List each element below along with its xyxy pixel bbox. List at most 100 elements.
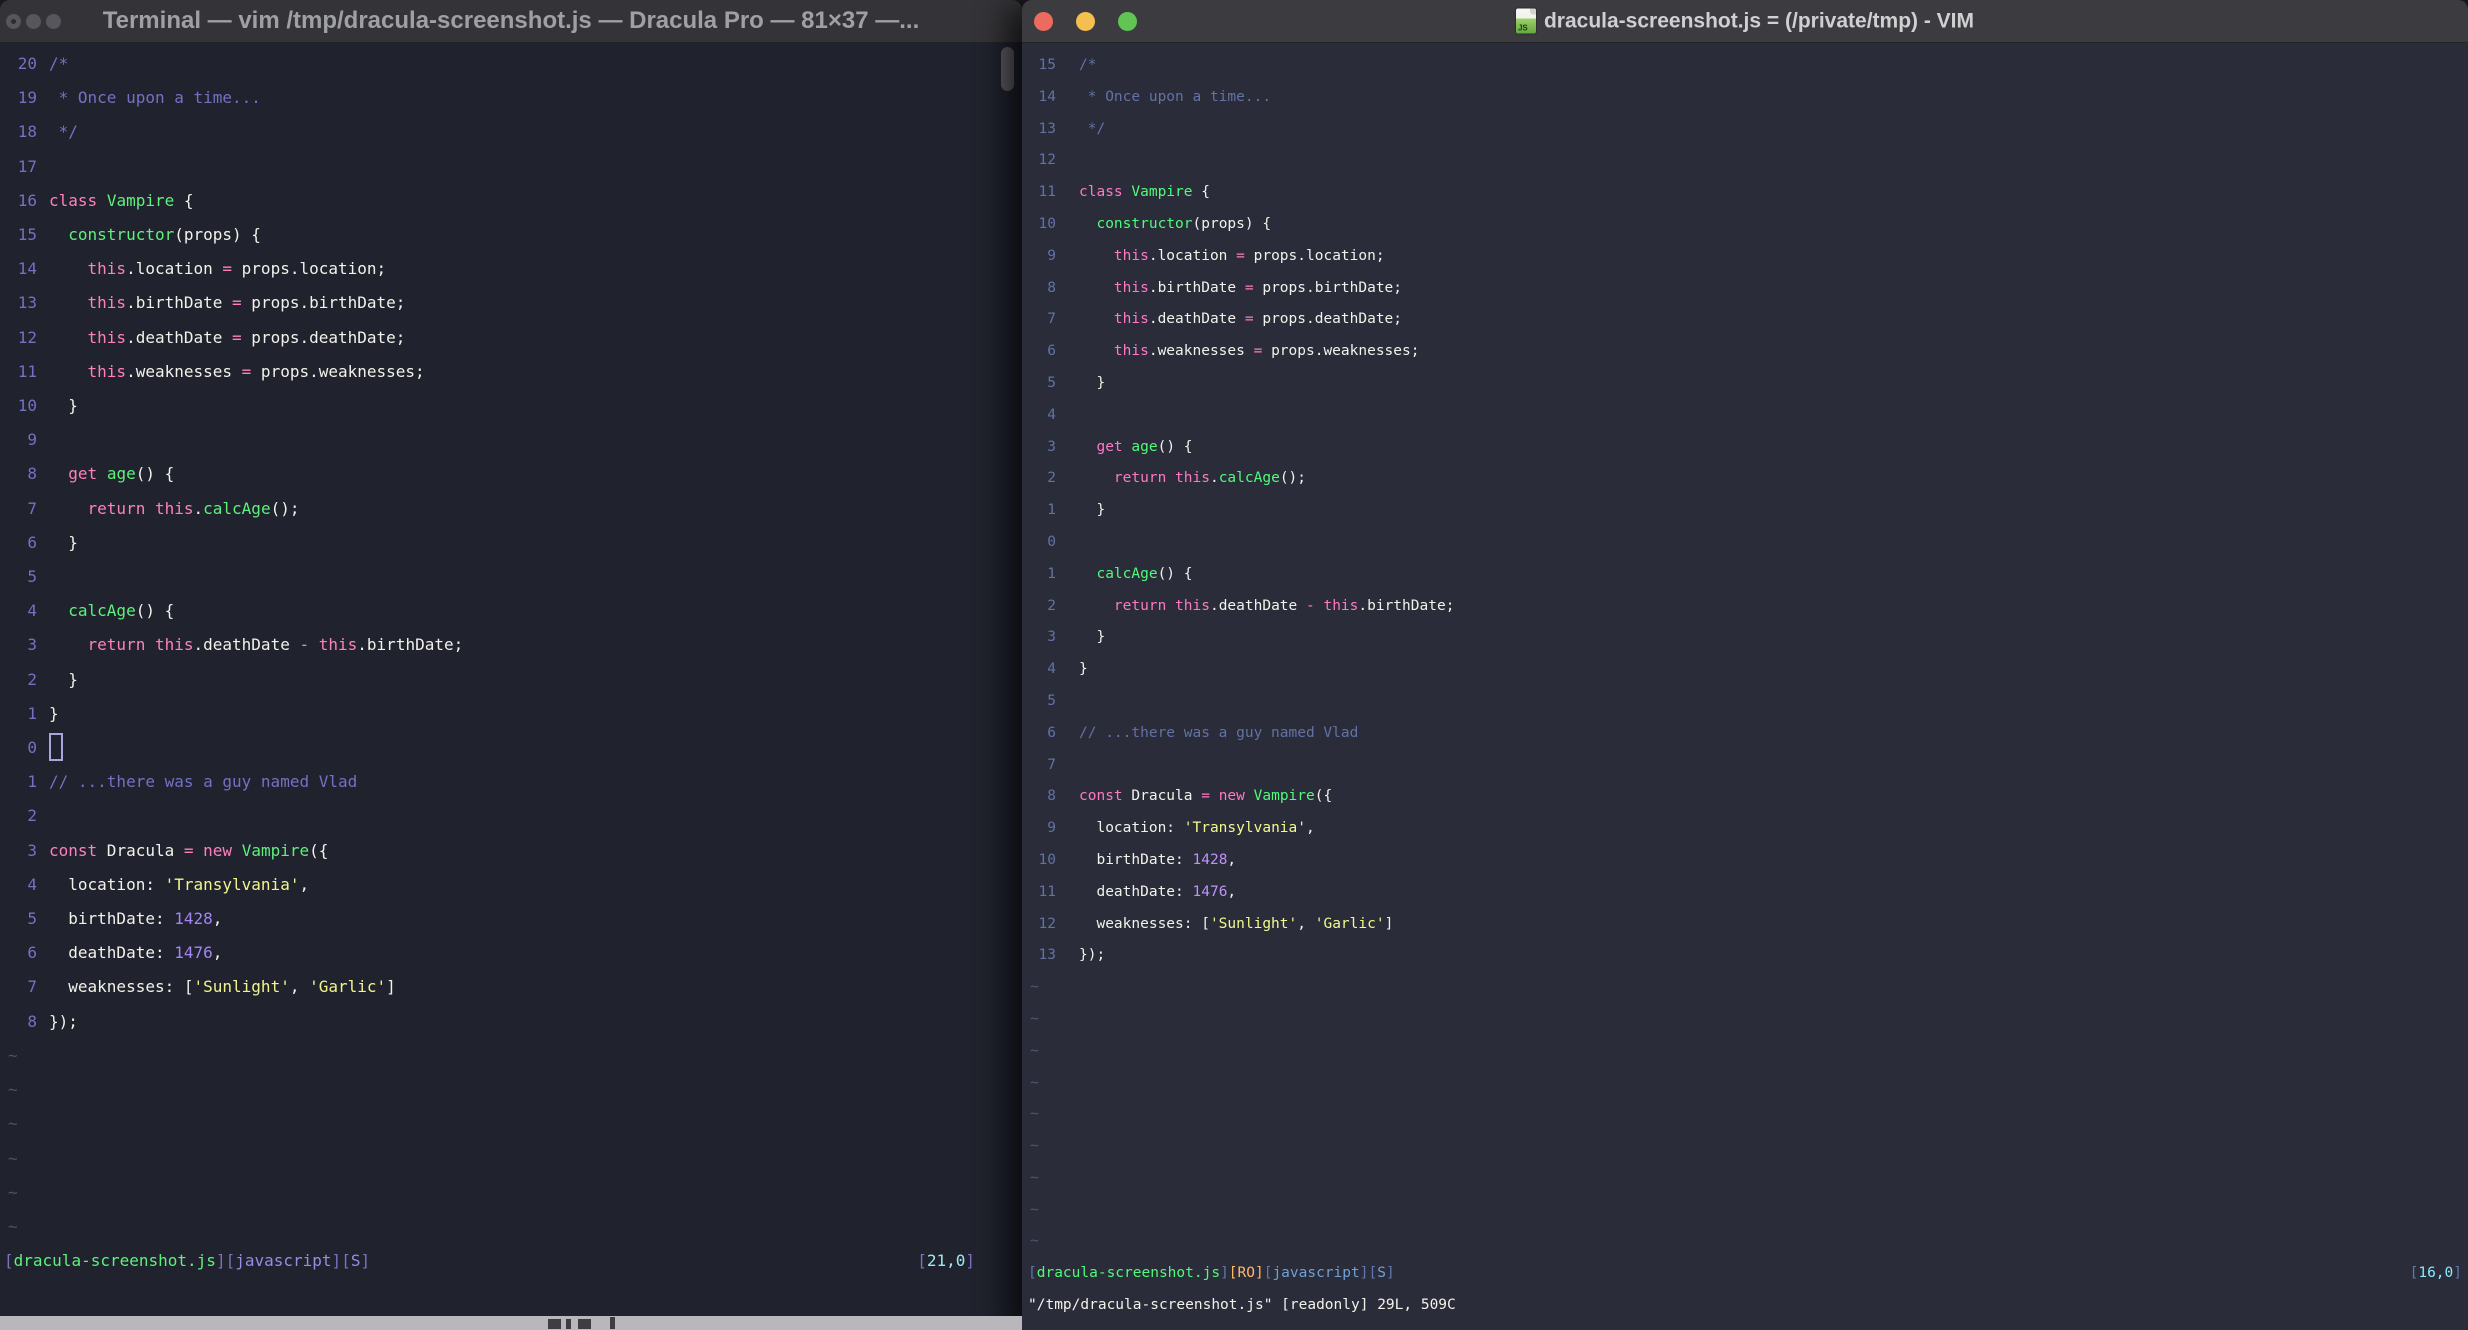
code-text: get age() { — [1079, 432, 1192, 464]
code-token: .birthDate; — [357, 635, 464, 655]
code-token: , — [1297, 915, 1315, 932]
vim-buffer-left[interactable]: 20/* 19 * Once upon a time... 18 */17 16 cla… — [0, 43, 1022, 1278]
code-token: constructor — [1096, 215, 1193, 232]
code-text: weaknesses: ['Sunlight', 'Garlic'] — [1079, 909, 1393, 941]
line-number: 1 — [27, 772, 37, 792]
background-glyph — [548, 1319, 561, 1329]
code-line: 3 } — [1022, 622, 2468, 654]
empty-line-tilde: ~ — [8, 1216, 18, 1236]
code-text: this.weaknesses = props.weaknesses; — [49, 355, 425, 389]
vim-statusline: [dracula-screenshot.js][javascript][S] [2… — [0, 1244, 1022, 1278]
minimize-button[interactable] — [26, 13, 41, 29]
empty-line-tilde: ~ — [1030, 1138, 1039, 1155]
background-glyph — [566, 1319, 571, 1329]
line-number: 20 — [17, 54, 37, 73]
statusline-file-info: [dracula-screenshot.js][javascript][S] — [4, 1244, 370, 1278]
code-text: calcAge() { — [1079, 559, 1192, 591]
code-text: birthDate: 1428, — [1079, 845, 1236, 877]
vim-buffer-right[interactable]: 15/* 14 * Once upon a time... 13 */12 11 cla… — [1022, 43, 2468, 1322]
code-token: const — [1079, 788, 1123, 805]
code-line: 9 this.location = props.location; — [1022, 241, 2468, 273]
code-token: location: — [1079, 820, 1184, 837]
code-token: props.location; — [1244, 247, 1385, 264]
code-line: 0 — [0, 731, 1022, 765]
line-number: 7 — [27, 977, 37, 997]
code-token: } — [49, 703, 59, 723]
code-token: 1428 — [1192, 851, 1228, 868]
traffic-lights — [1034, 0, 1137, 42]
code-token: (); — [1279, 470, 1307, 487]
line-number: 8 — [27, 464, 37, 484]
macvim-titlebar[interactable]: JS dracula-screenshot.js = (/private/tmp… — [1022, 0, 2468, 43]
code-token: = — [222, 259, 233, 279]
vim-statusline: [dracula-screenshot.js][RO][javascript][… — [1022, 1258, 2468, 1290]
code-text: */ — [1079, 114, 1105, 146]
minimize-button[interactable] — [1076, 11, 1095, 31]
code-token: this — [1113, 247, 1149, 264]
code-token: this — [154, 498, 194, 518]
code-text: calcAge() { — [49, 594, 174, 628]
code-token: [ — [341, 1251, 351, 1271]
empty-line-tilde: ~ — [1030, 1010, 1039, 1027]
code-token: , — [1227, 883, 1237, 900]
terminal-titlebar[interactable]: Terminal — vim /tmp/dracula-screenshot.j… — [0, 0, 1022, 43]
code-token: calcAge — [1096, 565, 1158, 582]
code-token: } — [1079, 661, 1088, 678]
code-line: 1 // ...there was a guy named Vlad — [0, 765, 1022, 799]
code-text: } — [49, 663, 78, 697]
code-token: return — [1113, 470, 1167, 487]
code-line: 17 — [0, 150, 1022, 184]
close-button[interactable] — [6, 13, 21, 29]
code-token: ] — [331, 1251, 342, 1271]
code-token: .deathDate — [193, 635, 300, 655]
code-text: return this.deathDate - this.birthDate; — [49, 628, 464, 662]
code-text: location: 'Transylvania', — [1079, 813, 1314, 845]
code-token: ] — [1359, 1265, 1369, 1282]
code-text: } — [1079, 654, 1088, 686]
close-button[interactable] — [1034, 11, 1053, 31]
code-token: ] — [1220, 1265, 1229, 1282]
code-text: this.birthDate = props.birthDate; — [1079, 273, 1402, 305]
code-token: , — [299, 874, 310, 894]
code-line: 1 calcAge() { — [1022, 559, 2468, 591]
code-text: // ...there was a guy named Vlad — [1079, 718, 1358, 750]
code-text: const Dracula = new Vampire({ — [49, 834, 328, 868]
code-text: /* — [1079, 50, 1096, 82]
line-number: 11 — [1038, 883, 1056, 900]
code-line: 2 — [0, 799, 1022, 833]
line-number: 2 — [27, 669, 37, 689]
zoom-button[interactable] — [1118, 11, 1137, 31]
code-token: .location — [1148, 247, 1237, 264]
background-glyph — [610, 1317, 615, 1329]
line-number: 17 — [17, 156, 37, 176]
code-token: }); — [49, 1011, 78, 1031]
code-text: * Once upon a time... — [1079, 82, 1271, 114]
zoom-button[interactable] — [46, 13, 61, 29]
code-token: = — [1244, 279, 1254, 296]
code-token: javascript — [235, 1251, 332, 1271]
background-window-sliver — [0, 1316, 1022, 1330]
code-token: class — [1079, 184, 1123, 201]
line-number: 16 — [17, 190, 37, 210]
statusline-file-info: [dracula-screenshot.js][RO][javascript][… — [1028, 1258, 1395, 1290]
line-number: 7 — [1047, 311, 1056, 328]
code-token: { — [174, 190, 194, 210]
background-glyph — [578, 1319, 591, 1329]
line-number: 6 — [27, 532, 37, 552]
code-token: = — [1201, 788, 1210, 805]
line-number: 10 — [1038, 851, 1056, 868]
code-token: class — [49, 190, 98, 210]
code-token: this — [87, 361, 127, 381]
line-number: 11 — [17, 361, 37, 381]
code-text: birthDate: 1428, — [49, 902, 222, 936]
empty-line-tilde: ~ — [1030, 1042, 1039, 1059]
line-number: 6 — [1047, 724, 1056, 741]
code-text: } — [1079, 622, 1105, 654]
scrollbar-thumb[interactable] — [1001, 47, 1014, 91]
